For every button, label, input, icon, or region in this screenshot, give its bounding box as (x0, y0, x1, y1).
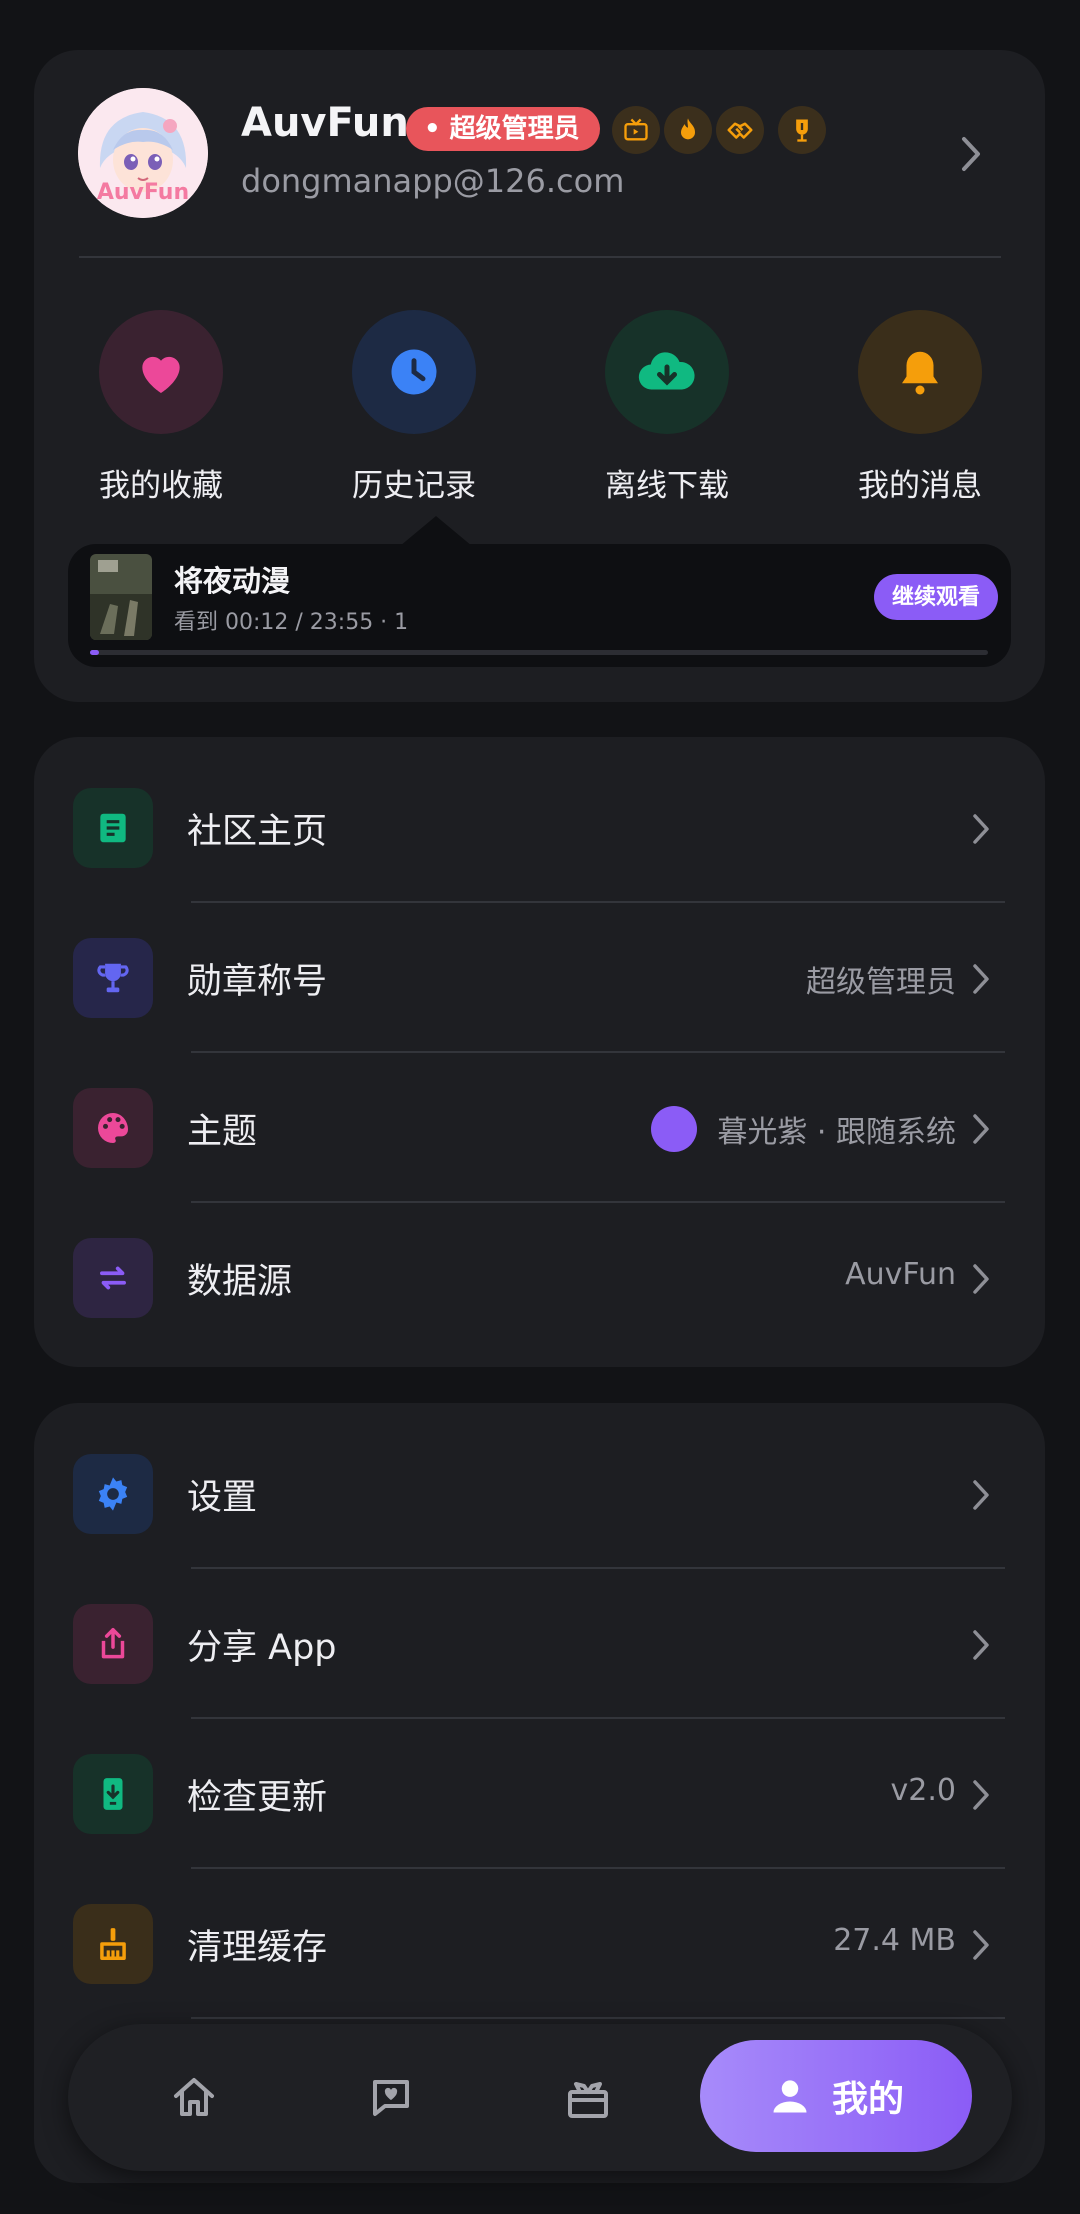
menu-item-community[interactable]: 社区主页 (34, 753, 1045, 903)
chevron-right-icon (973, 1630, 989, 1660)
quick-action-download[interactable]: 离线下载 (587, 310, 747, 505)
watch-progress-bar (90, 650, 988, 655)
role-badge-label: 超级管理员 (449, 114, 580, 144)
menu-item-value: AuvFun (845, 1257, 956, 1292)
anime-thumbnail (90, 554, 152, 640)
chevron-right-icon (973, 1930, 989, 1960)
chevron-right-icon (973, 964, 989, 994)
clock-icon (352, 310, 476, 434)
menu-item-label: 分享 App (187, 1628, 337, 1668)
quick-action-messages[interactable]: 我的消息 (840, 310, 1000, 505)
menu-item-label: 设置 (187, 1478, 258, 1518)
chevron-right-icon (973, 814, 989, 844)
profile-card: AuvFun AuvFun • 超级管理员 dongmanapp@126.com… (34, 50, 1045, 702)
gift-icon[interactable] (560, 2070, 616, 2126)
menu-item-theme[interactable]: 主题 暮光紫 · 跟随系统 (34, 1053, 1045, 1203)
nav-tab-label: 我的 (831, 2078, 904, 2119)
quick-action-history[interactable]: 历史记录 (334, 310, 494, 505)
menu-item-check-update[interactable]: 检查更新 v2.0 (34, 1719, 1045, 1869)
chevron-right-icon (973, 1264, 989, 1294)
heart-icon (99, 310, 223, 434)
quick-action-favorites[interactable]: 我的收藏 (81, 310, 241, 505)
chevron-right-icon (973, 1114, 989, 1144)
chat-heart-icon[interactable] (363, 2070, 419, 2126)
theme-color-swatch (651, 1106, 697, 1152)
broom-icon (73, 1904, 153, 1984)
menu-item-medals[interactable]: 勋章称号 超级管理员 (34, 903, 1045, 1053)
menu-item-label: 清理缓存 (187, 1928, 328, 1968)
profile-divider (79, 256, 1001, 258)
gear-icon (73, 1454, 153, 1534)
menu-item-clear-cache[interactable]: 清理缓存 27.4 MB (34, 1869, 1045, 2019)
quick-action-label: 我的消息 (858, 468, 982, 504)
bottom-nav: 我的 (68, 2024, 1012, 2171)
fire-medal-icon[interactable] (664, 106, 712, 154)
award-medal-icon[interactable] (778, 106, 826, 154)
menu-item-label: 检查更新 (187, 1778, 328, 1818)
tv-medal-icon[interactable] (612, 106, 660, 154)
quick-action-label: 我的收藏 (99, 468, 223, 504)
cloud-download-icon (605, 310, 729, 434)
menu-item-value: 暮光紫 · 跟随系统 (717, 1115, 956, 1150)
share-icon (73, 1604, 153, 1684)
anime-title: 将夜动漫 (174, 564, 291, 598)
chevron-right-icon (973, 1480, 989, 1510)
row-divider (191, 2017, 1005, 2019)
palette-icon (73, 1088, 153, 1168)
menu-item-value: v2.0 (890, 1773, 956, 1808)
menu-item-label: 数据源 (187, 1262, 293, 1302)
resume-pointer (400, 516, 472, 546)
menu-item-settings[interactable]: 设置 (34, 1419, 1045, 1569)
menu-item-label: 社区主页 (187, 812, 328, 852)
handshake-medal-icon[interactable] (716, 106, 764, 154)
menu-item-value: 超级管理员 (806, 965, 956, 1000)
nav-tab-mine[interactable]: 我的 (700, 2040, 972, 2152)
menu-item-label: 主题 (187, 1112, 258, 1152)
bell-icon (858, 310, 982, 434)
avatar[interactable]: AuvFun (78, 88, 208, 218)
menu-item-label: 勋章称号 (187, 962, 328, 1002)
chevron-right-icon[interactable] (959, 134, 985, 174)
menu-group-community: 社区主页 勋章称号 超级管理员 主题 暮光紫 · 跟随系统 数据源 AuvFun (34, 737, 1045, 1367)
trophy-icon (73, 938, 153, 1018)
watch-progress-text: 看到 00:12 / 23:55 · 1 (174, 610, 409, 635)
quick-action-label: 离线下载 (605, 468, 729, 504)
watch-progress-fill (90, 650, 99, 655)
username: AuvFun (241, 100, 409, 146)
user-icon (773, 2080, 807, 2113)
document-icon (73, 788, 153, 868)
menu-item-share[interactable]: 分享 App (34, 1569, 1045, 1719)
user-email: dongmanapp@126.com (241, 162, 625, 200)
quick-action-label: 历史记录 (352, 468, 476, 504)
menu-item-value: 27.4 MB (833, 1923, 956, 1958)
home-icon[interactable] (166, 2070, 222, 2126)
avatar-logo-text: AuvFun (96, 180, 190, 205)
chevron-right-icon (973, 1780, 989, 1810)
swap-icon (73, 1238, 153, 1318)
continue-watching-button[interactable]: 继续观看 (874, 574, 999, 620)
phone-download-icon (73, 1754, 153, 1834)
role-badge: • 超级管理员 (406, 107, 600, 151)
continue-watching-card[interactable]: 将夜动漫 看到 00:12 / 23:55 · 1 继续观看 (68, 544, 1011, 667)
menu-item-data-source[interactable]: 数据源 AuvFun (34, 1203, 1045, 1353)
